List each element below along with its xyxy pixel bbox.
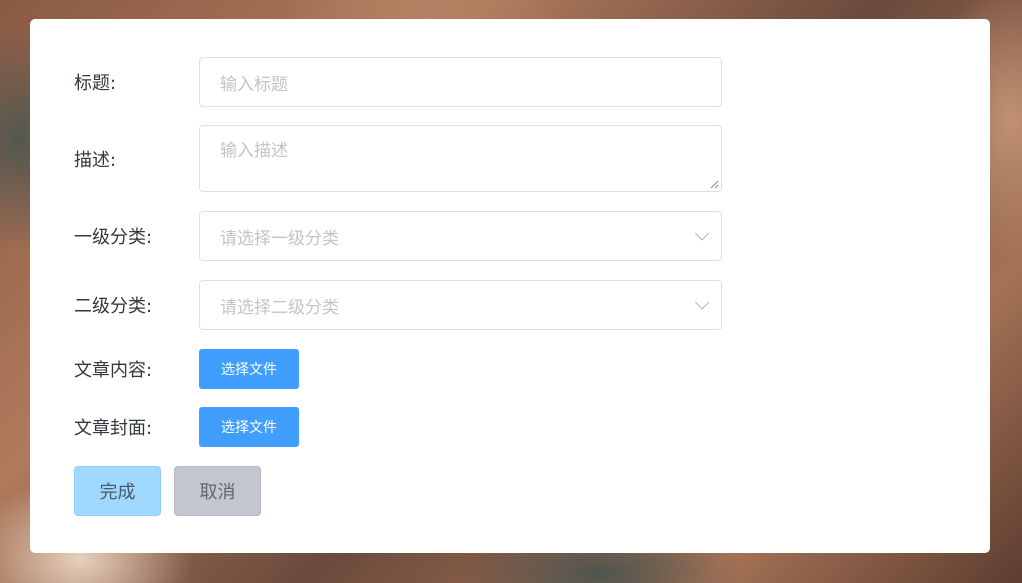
category2-select[interactable]: 请选择二级分类	[199, 280, 722, 330]
description-row: 描述: 输入描述	[74, 125, 722, 192]
content-label: 文章内容:	[74, 360, 153, 381]
article-form-dialog: 标题: 输入标题 描述: 输入描述 一级分类: 请选择一级分类 二级分类: 请选…	[30, 19, 990, 553]
category1-label: 一级分类:	[74, 227, 153, 248]
title-placeholder: 输入标题	[220, 74, 288, 95]
title-row: 标题: 输入标题	[74, 57, 722, 107]
content-row: 文章内容: 选择文件	[74, 349, 299, 389]
description-placeholder: 输入描述	[220, 141, 288, 161]
resize-grip-icon[interactable]	[710, 180, 719, 189]
cover-label: 文章封面:	[74, 418, 153, 439]
cover-file-button[interactable]: 选择文件	[199, 407, 299, 447]
title-label: 标题:	[74, 73, 117, 94]
category1-select[interactable]: 请选择一级分类	[199, 211, 722, 261]
description-label: 描述:	[74, 149, 117, 171]
category2-label: 二级分类:	[74, 296, 153, 317]
done-button[interactable]: 完成	[74, 466, 161, 516]
chevron-down-icon	[694, 226, 710, 241]
chevron-down-icon	[694, 295, 710, 310]
title-input[interactable]: 输入标题	[199, 57, 722, 107]
category1-placeholder: 请选择一级分类	[220, 228, 339, 249]
cover-row: 文章封面: 选择文件	[74, 407, 299, 447]
category1-row: 一级分类: 请选择一级分类	[74, 211, 722, 261]
category2-placeholder: 请选择二级分类	[220, 297, 339, 318]
category2-row: 二级分类: 请选择二级分类	[74, 280, 722, 330]
cancel-button[interactable]: 取消	[174, 466, 261, 516]
content-file-button[interactable]: 选择文件	[199, 349, 299, 389]
description-textarea[interactable]: 输入描述	[199, 125, 722, 192]
